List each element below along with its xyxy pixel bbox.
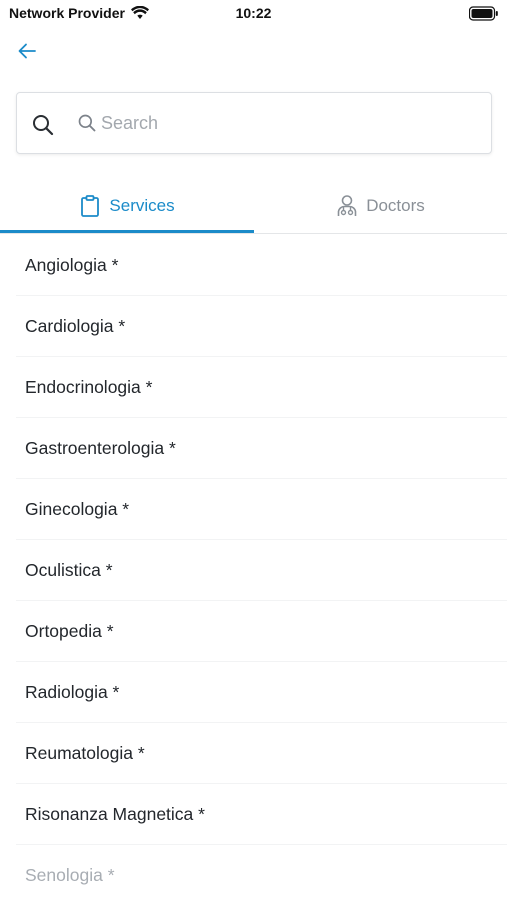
back-button[interactable] [14, 40, 40, 62]
search-icon [33, 115, 54, 136]
doctor-icon [337, 195, 357, 216]
tab-bar: Services Doctors [0, 180, 507, 234]
list-item[interactable]: Gastroenterologia * [16, 418, 507, 479]
list-item[interactable]: Senologia * [16, 845, 507, 900]
search-input[interactable] [101, 110, 481, 136]
list-item[interactable]: Endocrinologia * [16, 357, 507, 418]
status-bar: Network Provider 10:22 [0, 0, 507, 28]
services-list: Angiologia * Cardiologia * Endocrinologi… [0, 235, 507, 900]
search-field-wrapper [77, 109, 481, 137]
list-item[interactable]: Ginecologia * [16, 479, 507, 540]
battery-icon [469, 6, 498, 21]
list-item[interactable]: Ortopedia * [16, 601, 507, 662]
tab-services[interactable]: Services [0, 180, 254, 232]
search-bar[interactable] [16, 92, 492, 154]
search-placeholder-icon [78, 114, 96, 132]
clipboard-icon [81, 195, 100, 217]
screen: Network Provider 10:22 Search Services D… [0, 0, 507, 900]
list-item[interactable]: Risonanza Magnetica * [16, 784, 507, 845]
status-time: 10:22 [235, 5, 272, 21]
arrow-left-icon [18, 43, 36, 59]
list-item[interactable]: Reumatologia * [16, 723, 507, 784]
tab-doctors-label: Doctors [366, 196, 425, 215]
tab-doctors[interactable]: Doctors [254, 180, 507, 232]
list-item[interactable]: Radiologia * [16, 662, 507, 723]
active-tab-indicator [0, 230, 254, 233]
list-item[interactable]: Cardiologia * [16, 296, 507, 357]
list-item[interactable]: Angiologia * [16, 235, 507, 296]
tab-services-label: Services [109, 196, 175, 215]
list-item[interactable]: Oculistica * [16, 540, 507, 601]
